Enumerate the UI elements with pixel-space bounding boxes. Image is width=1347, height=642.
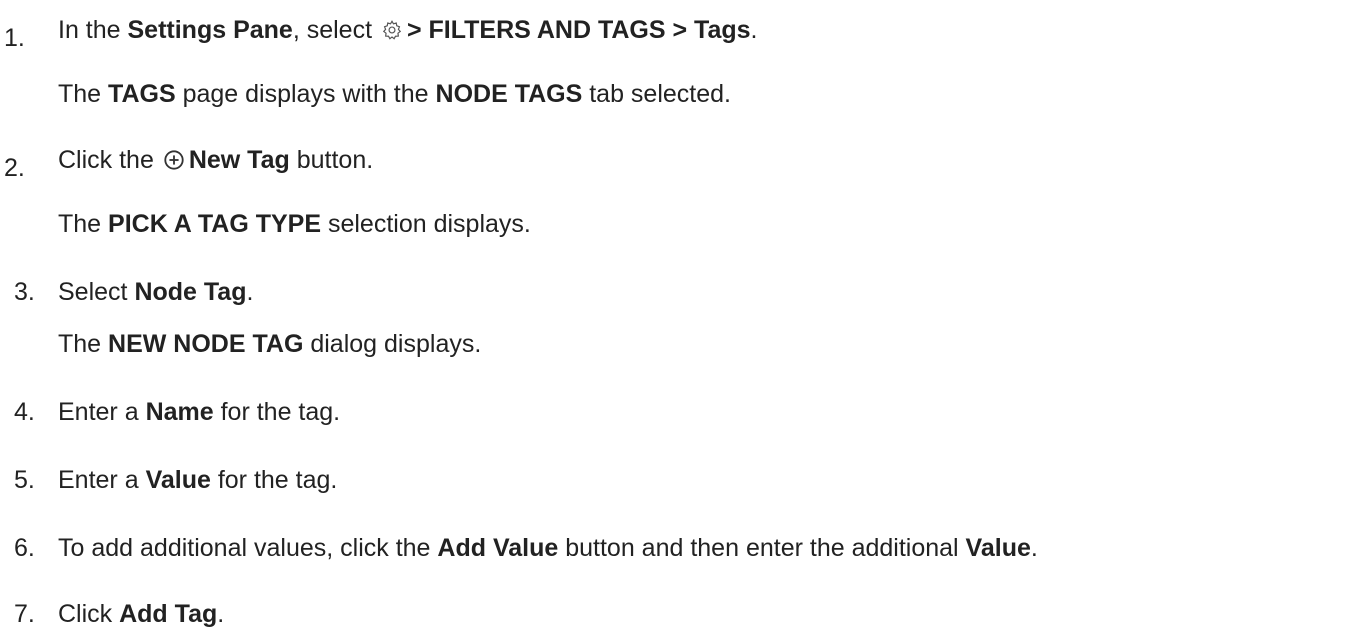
step-2: 2. Click the New Tag button. — [0, 144, 1347, 184]
step-text: Enter a Value for the tag. — [58, 466, 338, 494]
step-4: 4. Enter a Name for the tag. — [0, 396, 1347, 430]
step-number: 4. — [14, 398, 35, 426]
step-3: 3. Select Node Tag. — [0, 276, 1347, 310]
instruction-list: 1. In the Settings Pane, select > FILTER… — [0, 0, 1347, 642]
gear-icon — [381, 17, 403, 49]
step-text: To add additional values, click the Add … — [58, 534, 1038, 562]
step-text: In the Settings Pane, select > FILTERS A… — [58, 14, 758, 49]
step-3-result: The NEW NODE TAG dialog displays. — [58, 330, 482, 358]
step-number: 2. — [4, 154, 25, 182]
plus-circle-icon — [163, 147, 185, 179]
step-1-result: The TAGS page displays with the NODE TAG… — [58, 80, 731, 108]
step-number: 5. — [14, 466, 35, 494]
step-2-result: The PICK A TAG TYPE selection displays. — [58, 210, 531, 238]
step-5: 5. Enter a Value for the tag. — [0, 464, 1347, 498]
step-text: Click Add Tag. — [58, 600, 225, 628]
step-number: 7. — [14, 600, 35, 628]
step-1: 1. In the Settings Pane, select > FILTER… — [0, 14, 1347, 54]
step-7: 7. Click Add Tag. — [0, 598, 1347, 632]
step-number: 6. — [14, 534, 35, 562]
step-number: 1. — [4, 24, 25, 52]
step-text: Enter a Name for the tag. — [58, 398, 341, 426]
step-number: 3. — [14, 278, 35, 306]
step-text: Select Node Tag. — [58, 278, 254, 306]
step-text: Click the New Tag button. — [58, 144, 373, 179]
step-6: 6. To add additional values, click the A… — [0, 532, 1347, 566]
